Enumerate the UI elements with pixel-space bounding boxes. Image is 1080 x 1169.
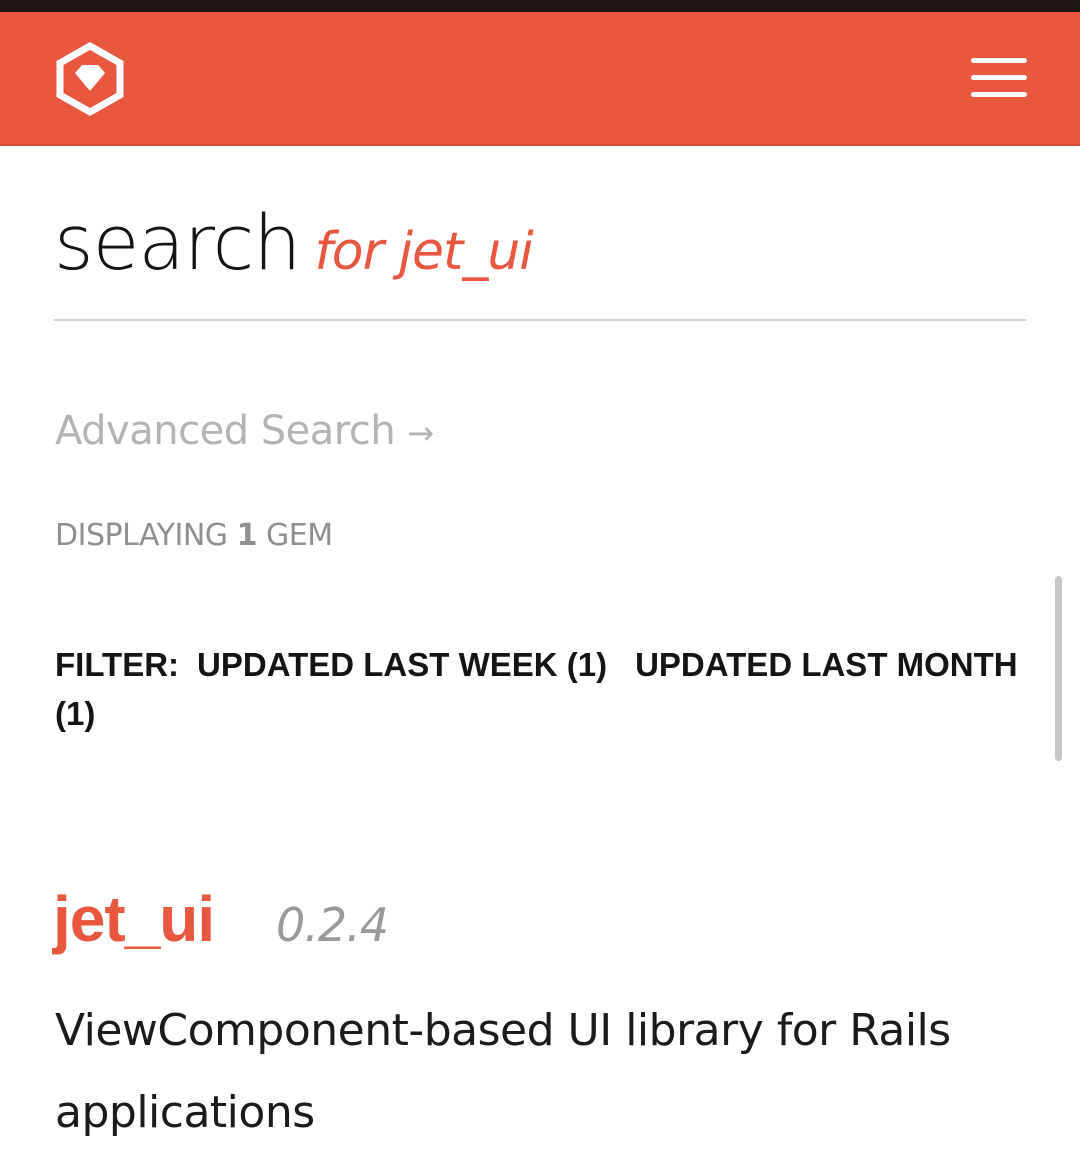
rubygems-logo-icon[interactable] — [56, 41, 124, 117]
gem-name-link[interactable]: jet_ui — [53, 882, 215, 956]
gem-version: 0.2.4 — [276, 898, 389, 952]
results-count: DISPLAYING 1 GEM — [55, 518, 333, 553]
page-title: search for jet_ui — [54, 198, 534, 287]
results-count-suffix: GEM — [266, 518, 333, 553]
filter-label: FILTER: — [55, 646, 180, 683]
status-bar — [0, 0, 1080, 12]
advanced-search-link[interactable]: Advanced Search → — [55, 408, 434, 454]
results-count-number: 1 — [236, 518, 258, 553]
title-divider — [54, 319, 1026, 321]
advanced-search-label: Advanced Search — [55, 408, 396, 454]
gem-description: ViewComponent-based UI library for Rails… — [55, 1005, 951, 1138]
site-header — [0, 12, 1080, 146]
results-count-prefix: DISPLAYING — [55, 518, 228, 553]
filter-bar: FILTER: UPDATED LAST WEEK (1) UPDATED LAST… — [55, 640, 1045, 738]
filter-updated-last-week[interactable]: UPDATED LAST WEEK (1) — [197, 646, 607, 683]
hamburger-menu-icon[interactable] — [971, 58, 1027, 98]
search-heading: search — [54, 198, 301, 287]
scrollbar[interactable] — [1055, 576, 1062, 761]
search-query-label: for jet_ui — [314, 222, 533, 282]
arrow-right-icon: → — [407, 414, 434, 452]
